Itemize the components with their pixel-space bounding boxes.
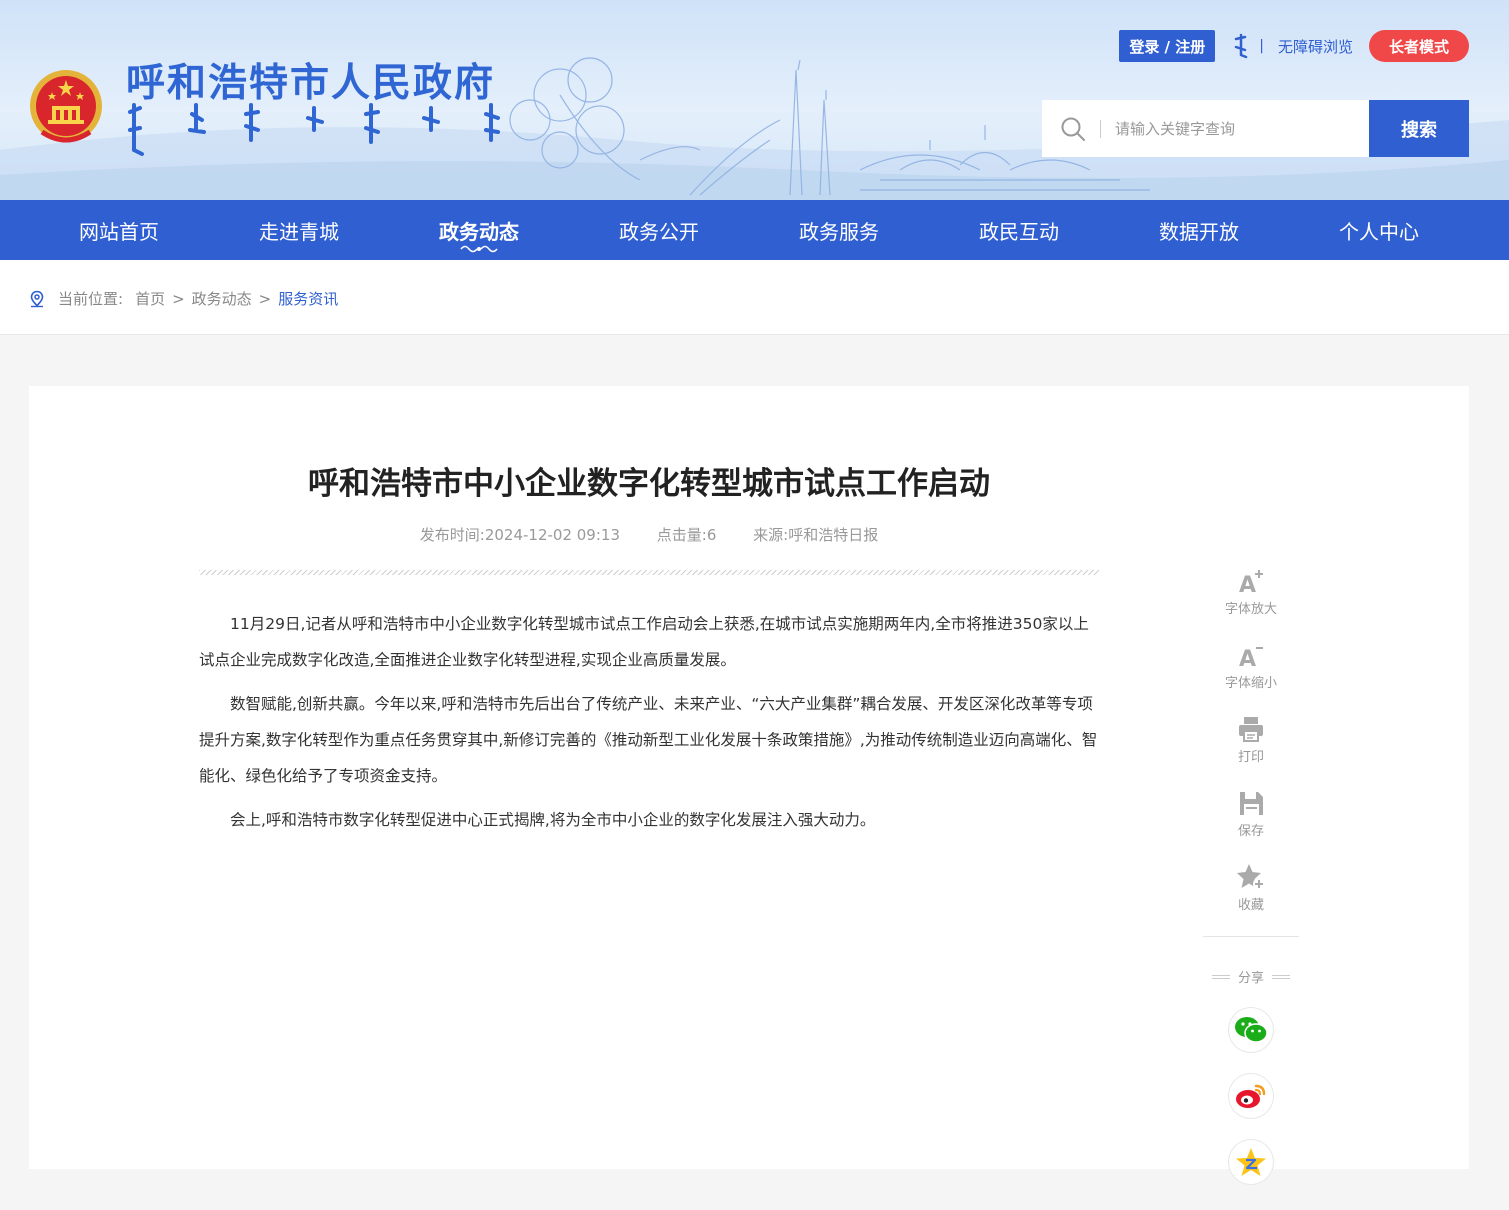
publish-time: 发布时间:2024-12-02 09:13 [419,526,620,544]
wechat-icon [1235,1017,1268,1043]
breadcrumb-gov-news-link[interactable]: 政务动态 [192,288,252,309]
nav-item-open-data[interactable]: 数据开放 [1109,200,1289,260]
weibo-icon [1236,1084,1266,1108]
printer-icon [1239,717,1263,742]
favorite-button[interactable]: 收藏 [1203,862,1299,936]
breadcrumb-bar: 当前位置: 首页 > 政务动态 > 服务资讯 [0,260,1509,335]
login-register-button[interactable]: 登录 / 注册 [1119,30,1216,62]
search-divider [1100,119,1101,138]
font-increase-label: 字体放大 [1224,602,1277,617]
click-count: 点击量:6 [656,526,717,544]
search-input[interactable] [1115,119,1355,138]
nav-item-label: 个人中心 [1339,219,1419,244]
nav-item-label: 政务动态 [439,219,519,244]
font-decrease-icon: A [1239,647,1263,670]
svg-text:A: A [1239,573,1256,596]
share-heading-label: 分享 [1237,971,1264,986]
article-card: 呼和浩特市中小企业数字化转型城市试点工作启动 发布时间:2024-12-02 0… [29,386,1469,1184]
mongolian-version-icon[interactable] [1233,33,1249,59]
nav-item-label: 数据开放 [1159,219,1239,244]
top-link-separator: | [1259,38,1264,54]
search-button[interactable]: 搜索 [1369,100,1469,157]
article-meta: 发布时间:2024-12-02 09:13 点击量:6 来源:呼和浩特日报 [199,524,1099,545]
nav-item-label: 政务服务 [799,219,879,244]
favorite-label: 收藏 [1237,898,1264,913]
nav-item-home[interactable]: 网站首页 [29,200,209,260]
nav-item-gov-news[interactable]: 政务动态 [389,200,569,260]
font-increase-icon: A [1239,570,1263,596]
mongolian-script-logo [128,103,500,156]
nav-item-gov-service[interactable]: 政务服务 [749,200,929,260]
article-paragraph: 11月29日,记者从呼和浩特市中小企业数字化转型城市试点工作启动会上获悉,在城市… [199,615,1089,669]
article-source: 来源:呼和浩特日报 [753,526,879,544]
article-title: 呼和浩特市中小企业数字化转型城市试点工作启动 [308,466,990,502]
font-decrease-label: 字体缩小 [1224,676,1277,691]
article-paragraph: 数智赋能,创新共赢。今年以来,呼和浩特市先后出台了传统产业、未来产业、“六大产业… [199,695,1098,785]
breadcrumb-label: 当前位置: [58,290,124,308]
share-wechat-button[interactable] [1229,1008,1273,1052]
print-button[interactable]: 打印 [1203,714,1299,788]
nav-item-personal-center[interactable]: 个人中心 [1289,200,1469,260]
national-emblem-icon [30,70,102,143]
accessible-browse-link[interactable]: 无障碍浏览 [1278,36,1353,57]
nav-item-label: 走进青城 [259,219,339,244]
top-links: 登录 / 注册 | 无障碍浏览 长者模式 [1119,30,1469,62]
breadcrumb-current[interactable]: 服务资讯 [278,288,338,309]
save-button[interactable]: 保存 [1203,788,1299,862]
share-heading-dash [1272,974,1290,979]
breadcrumb-home-link[interactable]: 首页 [135,288,165,309]
tools-divider [1203,936,1299,937]
breadcrumb: 当前位置: 首页 > 政务动态 > 服务资讯 [28,288,338,309]
search-box [1042,100,1369,157]
article-tools: A 字体放大 A 字体缩小 打印 保存 收藏 分享 [1203,566,1299,1184]
nav-item-gov-open[interactable]: 政务公开 [569,200,749,260]
nav-item-about-city[interactable]: 走进青城 [209,200,389,260]
font-decrease-button[interactable]: A 字体缩小 [1203,640,1299,714]
main-nav: 网站首页 走进青城 政务动态 政务公开 政务服务 政民互动 数据开放 个人中心 [0,200,1509,260]
share-heading: 分享 [1203,967,1299,986]
nav-active-ornament-icon [460,245,498,253]
share-weibo-button[interactable] [1229,1074,1273,1118]
font-increase-button[interactable]: A 字体放大 [1203,566,1299,640]
save-label: 保存 [1237,824,1264,839]
star-plus-icon [1237,864,1265,890]
elder-mode-button[interactable]: 长者模式 [1369,30,1469,62]
save-icon [1240,792,1263,815]
share-heading-dash [1211,974,1230,979]
breadcrumb-separator: > [258,289,272,308]
title-divider [199,570,1099,575]
article-paragraph: 会上,呼和浩特市数字化转型促进中心正式揭牌,将为全市中小企业的数字化发展注入强大… [230,811,876,829]
location-pin-icon [30,290,44,307]
article-body: 11月29日,记者从呼和浩特市中小企业数字化转型城市试点工作启动会上获悉,在城市… [199,606,1099,846]
share-qzone-button[interactable] [1229,1140,1273,1184]
breadcrumb-separator: > [172,289,185,308]
search-icon [1061,117,1085,141]
nav-item-label: 政民互动 [979,219,1059,244]
nav-item-label: 政务公开 [619,219,699,244]
qzone-star-icon [1236,1148,1266,1176]
print-label: 打印 [1237,750,1264,765]
nav-item-label: 网站首页 [79,219,159,244]
nav-item-interaction[interactable]: 政民互动 [929,200,1109,260]
svg-text:A: A [1239,647,1256,670]
